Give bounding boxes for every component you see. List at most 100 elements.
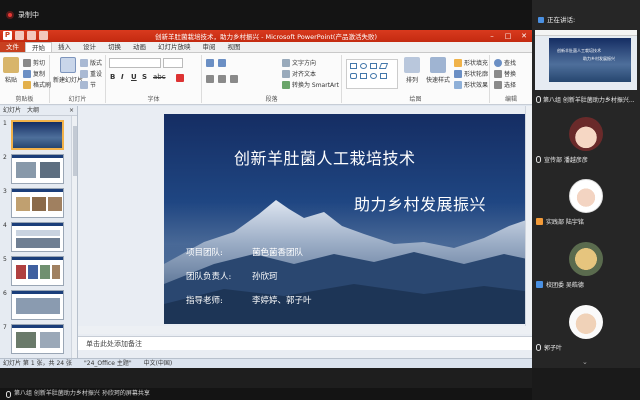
- slide-thumbnail[interactable]: 4: [0, 222, 70, 254]
- slide-thumbnail[interactable]: 7: [0, 324, 70, 356]
- slide-title: 创新羊肚菌人工栽培技术: [234, 149, 416, 168]
- slide-scrollbar[interactable]: [525, 106, 532, 326]
- slide-thumbnail[interactable]: 1: [0, 120, 70, 152]
- maximize-icon[interactable]: □: [502, 31, 514, 41]
- underline-button[interactable]: U: [131, 73, 137, 81]
- microphone-icon: [536, 156, 541, 163]
- advisor-label: 指导老师:: [186, 296, 223, 306]
- thumbnail-list: 1 2 3 4 5 6 7: [0, 116, 77, 358]
- team-label: 项目团队:: [186, 248, 223, 258]
- shape-outline-button[interactable]: 形状轮廓: [454, 69, 488, 78]
- text-direction-button[interactable]: 文字方向: [282, 58, 316, 67]
- tab-slideshow[interactable]: 幻灯片放映: [152, 42, 197, 52]
- current-slide[interactable]: 创新羊肚菌人工栽培技术 助力乡村发展振兴 项目团队: 菌色菌香团队 团队负责人:…: [164, 114, 532, 324]
- scroll-thumb[interactable]: [73, 126, 77, 176]
- slide-thumbnail[interactable]: 6: [0, 290, 70, 322]
- group-paragraph: 文字方向 对齐文本 转换为 SmartArt 段落: [202, 55, 342, 103]
- tab-insert[interactable]: 插入: [52, 42, 77, 52]
- meeting-top-bar: 录制中: [0, 0, 532, 30]
- panel-scrollbar[interactable]: [71, 116, 77, 358]
- participant-tile[interactable]: 校团委 吴皓德: [532, 240, 640, 292]
- paste-icon: [3, 57, 19, 73]
- notes-pane[interactable]: 单击此处添加备注: [78, 336, 532, 350]
- reset-icon: [80, 69, 88, 78]
- group-label: 字体: [147, 96, 160, 103]
- participant-tile[interactable]: 宣传部 潘越彦彦: [532, 115, 640, 167]
- bullets-icon[interactable]: [206, 59, 214, 67]
- font-size-select[interactable]: [163, 58, 183, 68]
- align-left-icon[interactable]: [206, 75, 214, 83]
- window-controls: – □ ✕: [486, 31, 530, 41]
- participant-tile[interactable]: 实践部 陆宇铭: [532, 177, 640, 229]
- leader-value: 孙欣珂: [252, 272, 278, 282]
- group-clipboard: 粘贴 剪切 复制 格式刷 剪贴板: [0, 55, 51, 103]
- tab-animations[interactable]: 动画: [127, 42, 152, 52]
- italic-button[interactable]: I: [121, 73, 124, 81]
- group-label: 幻灯片: [68, 96, 87, 103]
- find-button[interactable]: 查找: [494, 58, 516, 67]
- shadow-button[interactable]: S: [142, 73, 147, 81]
- tab-file[interactable]: 文件: [0, 42, 25, 52]
- shape-effects-button[interactable]: 形状效果: [454, 80, 488, 89]
- font-name-select[interactable]: [109, 58, 161, 68]
- cut-button[interactable]: 剪切: [23, 58, 45, 67]
- paste-button[interactable]: 粘贴: [3, 57, 19, 84]
- numbering-icon[interactable]: [218, 59, 226, 67]
- horizontal-scrollbar[interactable]: [78, 326, 532, 334]
- tab-view[interactable]: 视图: [222, 42, 247, 52]
- align-center-icon[interactable]: [218, 75, 226, 83]
- title-bar: P 创新羊肚菌栽培技术，助力乡村振兴 - Microsoft PowerPoin…: [0, 30, 532, 42]
- thumbnail-image: [11, 154, 64, 184]
- slide-thumbnail[interactable]: 2: [0, 154, 70, 186]
- shared-screen-preview[interactable]: 创新羊肚菌人工栽培技术 助力乡村发展振兴: [535, 30, 637, 90]
- tab-home[interactable]: 开始: [25, 42, 52, 52]
- select-button[interactable]: 选择: [494, 80, 516, 89]
- shapes-gallery[interactable]: [346, 59, 398, 89]
- align-text-button[interactable]: 对齐文本: [282, 69, 316, 78]
- close-icon[interactable]: ✕: [518, 31, 530, 41]
- minimize-icon[interactable]: –: [486, 31, 498, 41]
- strikethrough-button[interactable]: abc: [153, 73, 166, 81]
- tab-design[interactable]: 设计: [77, 42, 102, 52]
- close-panel-icon[interactable]: ×: [69, 106, 74, 115]
- microphone-icon: [536, 96, 541, 103]
- tab-slides[interactable]: 幻灯片: [3, 106, 21, 115]
- section-button[interactable]: 节: [80, 80, 96, 89]
- tab-review[interactable]: 审阅: [197, 42, 222, 52]
- slide-thumbnail[interactable]: 5: [0, 256, 70, 288]
- tab-transitions[interactable]: 切换: [102, 42, 127, 52]
- thumbnail-image: [11, 324, 64, 354]
- group-font: B I U S abc 字体: [106, 55, 202, 103]
- thumbnail-image: [11, 256, 64, 286]
- speaker-icon: [538, 17, 544, 23]
- slide-counter: 幻灯片 第 1 张，共 24 张: [3, 360, 72, 367]
- smartart-button[interactable]: 转换为 SmartArt: [282, 80, 339, 89]
- find-icon: [494, 58, 502, 67]
- align-right-icon[interactable]: [230, 75, 238, 83]
- reset-button[interactable]: 重设: [80, 69, 102, 78]
- ribbon-tabs: 文件 开始 插入 设计 切换 动画 幻灯片放映 审阅 视图: [0, 42, 532, 53]
- shape-fill-button[interactable]: 形状填充: [454, 58, 488, 67]
- microphone-icon: [6, 390, 11, 398]
- group-label: 绘图: [409, 96, 422, 103]
- replace-button[interactable]: 替换: [494, 69, 516, 78]
- font-color-icon[interactable]: [176, 74, 184, 82]
- brush-icon: [23, 80, 31, 89]
- theme-name: "24_Office 主题": [84, 360, 132, 367]
- group-label: 编辑: [504, 96, 517, 103]
- format-painter-button[interactable]: 格式刷: [23, 80, 51, 89]
- copy-button[interactable]: 复制: [23, 69, 45, 78]
- recording-indicator[interactable]: 录制中: [6, 8, 39, 22]
- tab-outline[interactable]: 大纲: [27, 106, 39, 115]
- layout-button[interactable]: 版式: [80, 58, 102, 67]
- participant-tile[interactable]: 郭子叶: [532, 303, 640, 355]
- arrange-button[interactable]: 排列: [404, 57, 420, 84]
- share-caption-bar: 第八组 创新羊肚菌助力乡村振兴 孙欣珂的屏幕共享: [0, 388, 532, 400]
- chevron-down-icon[interactable]: ⌄: [582, 358, 588, 366]
- record-dot-icon: [6, 11, 14, 19]
- select-icon: [494, 80, 502, 89]
- bold-button[interactable]: B: [110, 73, 115, 81]
- slide-thumbnail[interactable]: 3: [0, 188, 70, 220]
- new-slide-button[interactable]: 新建幻灯片: [53, 57, 83, 84]
- quick-styles-button[interactable]: 快速样式: [426, 57, 450, 84]
